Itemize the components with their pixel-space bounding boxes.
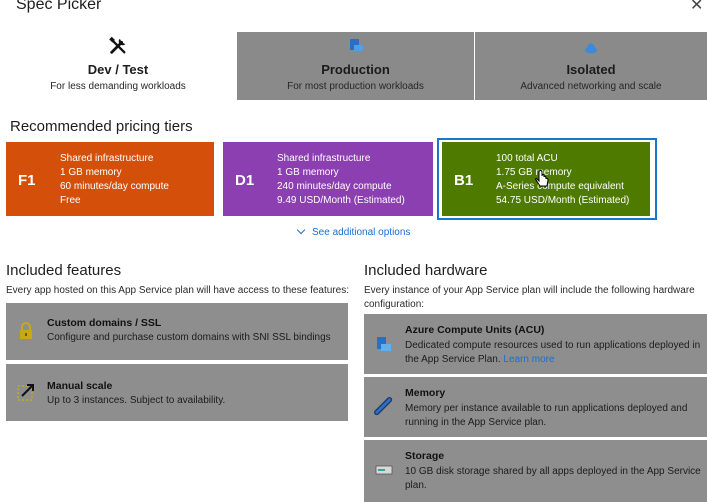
feature-card-manual-scale: Manual scale Up to 3 instances. Subject … (6, 364, 348, 421)
hardware-card-storage: Storage 10 GB disk storage shared by all… (364, 440, 707, 502)
tab-isolated[interactable]: Isolated Advanced networking and scale (475, 32, 707, 100)
storage-icon (375, 465, 393, 475)
tab-label: Isolated (566, 62, 616, 77)
tab-production[interactable]: Production For most production workloads (237, 32, 474, 100)
tier-line: 1 GB memory (60, 167, 122, 178)
recommended-heading: Recommended pricing tiers (10, 118, 193, 135)
feature-card-custom-domains: Custom domains / SSL Configure and purch… (6, 303, 348, 360)
hardware-intro: Every instance of your App Service plan … (364, 284, 695, 312)
tier-code: B1 (454, 172, 474, 189)
card-title: Azure Compute Units (ACU) (405, 324, 545, 336)
tier-line: Shared infrastructure (277, 153, 371, 164)
card-title: Custom domains / SSL (47, 317, 162, 329)
tier-line: 1 GB memory (277, 167, 339, 178)
tier-code: D1 (235, 172, 255, 189)
tools-icon (109, 36, 126, 54)
hardware-card-acu: Azure Compute Units (ACU) Dedicated comp… (364, 314, 707, 374)
features-intro: Every app hosted on this App Service pla… (6, 285, 349, 296)
card-title: Manual scale (47, 380, 113, 392)
tab-dev-test[interactable]: Dev / Test For less demanding workloads (0, 32, 236, 100)
card-description-line: running in the App Service plan. (405, 417, 547, 428)
tier-code: F1 (18, 172, 36, 189)
compute-icon (377, 337, 391, 351)
card-description: Memory per instance available to run app… (405, 402, 687, 430)
card-description: Dedicated compute resources used to run … (405, 339, 700, 367)
tier-line: Shared infrastructure (60, 153, 154, 164)
scale-icon (17, 384, 34, 401)
server-icon (349, 39, 363, 51)
page-title: Spec Picker (16, 0, 102, 13)
card-title: Storage (405, 450, 445, 462)
tab-description: Advanced networking and scale (520, 81, 662, 92)
tier-line: 60 minutes/day compute (60, 181, 169, 192)
tier-line: 100 total ACU (496, 153, 558, 164)
tier-card-f1[interactable]: F1 Shared infrastructure 1 GB memory 60 … (6, 142, 214, 216)
memory-icon (374, 397, 393, 416)
cloud-icon (585, 43, 597, 54)
tier-line: 1.75 GB memory (496, 167, 572, 178)
hand-cursor-icon (535, 170, 549, 187)
card-title: Memory (405, 387, 446, 399)
card-description-line: the App Service Plan. (405, 354, 501, 365)
tab-description: For most production workloads (287, 81, 424, 92)
tier-line: 9.49 USD/Month (Estimated) (277, 195, 405, 206)
hardware-card-memory: Memory Memory per instance available to … (364, 377, 707, 437)
chevron-down-icon (296, 225, 306, 235)
features-heading: Included features (6, 262, 122, 279)
card-description: Up to 3 instances. Subject to availabili… (47, 395, 226, 406)
globe-lock-icon (20, 322, 32, 339)
tier-card-d1[interactable]: D1 Shared infrastructure 1 GB memory 240… (223, 142, 433, 216)
learn-more-link[interactable]: Learn more (503, 354, 554, 365)
hardware-intro-line: Every instance of your App Service plan … (364, 285, 695, 296)
card-description: Configure and purchase custom domains wi… (47, 332, 331, 343)
hardware-intro-line: configuration: (364, 299, 425, 310)
tab-description: For less demanding workloads (50, 81, 186, 92)
tab-label: Dev / Test (87, 62, 149, 77)
tier-line: 54.75 USD/Month (Estimated) (496, 195, 630, 206)
card-description: 10 GB disk storage shared by all apps de… (405, 465, 701, 493)
card-description-line: plan. (405, 480, 427, 491)
link-label: See additional options (312, 227, 411, 238)
tier-line: 240 minutes/day compute (277, 181, 392, 192)
card-description-line: 10 GB disk storage shared by all apps de… (405, 466, 701, 477)
card-description-line: Memory per instance available to run app… (405, 403, 688, 414)
see-additional-options-link[interactable]: See additional options (296, 225, 411, 238)
tier-line: A-Series compute equivalent (496, 181, 624, 192)
hardware-heading: Included hardware (364, 262, 488, 279)
close-icon[interactable]: ✕ (690, 0, 703, 14)
card-description-line: Dedicated compute resources used to run … (405, 340, 701, 351)
tier-line: Free (60, 195, 81, 206)
tier-card-b1[interactable]: B1 100 total ACU 1.75 GB memory A-Series… (442, 142, 650, 216)
tab-label: Production (321, 62, 390, 77)
